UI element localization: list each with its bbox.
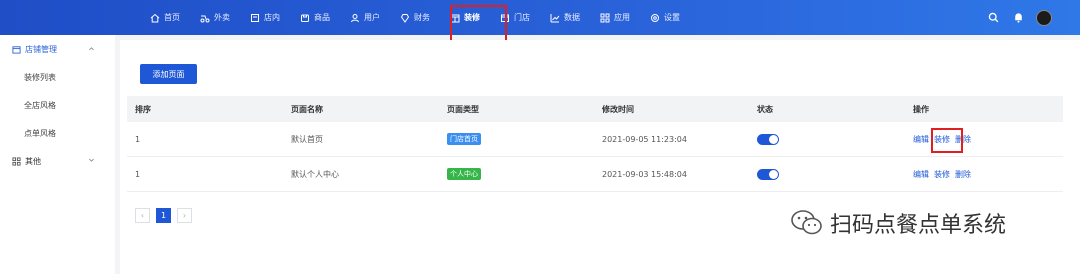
chevron-up-icon (89, 47, 94, 51)
nav-data-label: 数据 (564, 13, 580, 22)
row-page-name: 默认首页 (291, 134, 323, 144)
nav-user-label: 用户 (364, 13, 380, 22)
page-table: 排序 页面名称 页面类型 修改时间 状态 操作 1 默认首页 门店首页 2021… (127, 96, 1063, 192)
nav-goods-label: 商品 (314, 13, 330, 22)
wechat-icon (791, 210, 822, 235)
nav-home-label: 首页 (164, 13, 180, 22)
chevron-down-icon (89, 158, 94, 162)
add-page-button[interactable]: 添加页面 (140, 64, 197, 84)
nav-shop-label: 门店 (514, 13, 530, 22)
status-toggle[interactable] (757, 168, 779, 180)
table-header: 排序 页面名称 页面类型 修改时间 状态 操作 (127, 96, 1063, 122)
column-header: 操作 (913, 104, 929, 114)
sidebar-item-order-style[interactable]: 点单风格 (0, 119, 115, 147)
edit-link[interactable]: 编辑 (913, 135, 929, 144)
delivery-icon (200, 15, 210, 22)
status-toggle[interactable] (757, 133, 779, 145)
nav-delivery-label: 外卖 (214, 13, 230, 22)
table-row: 1 默认首页 门店首页 2021-09-05 11:23:04 编辑 装修 删除 (127, 122, 1063, 157)
main-nav: 首页 外卖 店内 商品 用户 财务 装修 门店 数据 应用 设置 (140, 0, 690, 35)
nav-home[interactable]: 首页 (140, 0, 190, 35)
row-sort: 1 (135, 169, 141, 179)
home-icon (150, 13, 160, 22)
nav-finance[interactable]: 财务 (390, 0, 440, 35)
row-modified-time: 2021-09-05 11:23:04 (602, 134, 687, 144)
nav-finance-label: 财务 (414, 13, 430, 22)
sidebar-group-label: 店铺管理 (25, 44, 57, 54)
apps-icon (600, 13, 610, 22)
nav-in-store-label: 店内 (264, 13, 280, 22)
watermark-text: 扫码点餐点单系统 (830, 213, 1007, 238)
nav-settings-label: 设置 (664, 13, 680, 22)
nav-user[interactable]: 用户 (340, 0, 390, 35)
sidebar-group-shop-management[interactable]: 店铺管理 (0, 35, 115, 63)
next-page-button[interactable]: › (177, 208, 192, 223)
store-icon (12, 45, 21, 54)
page-type-badge: 门店首页 (447, 133, 481, 145)
nav-apps[interactable]: 应用 (590, 0, 640, 35)
sidebar-item-store-style[interactable]: 全店风格 (0, 91, 115, 119)
finance-icon (400, 13, 410, 23)
nav-data[interactable]: 数据 (540, 0, 590, 35)
sidebar-item-label: 装修列表 (24, 72, 56, 82)
page-number-button[interactable]: 1 (156, 208, 171, 223)
column-header: 状态 (757, 104, 773, 114)
edit-link[interactable]: 编辑 (913, 170, 929, 179)
nav-goods[interactable]: 商品 (290, 0, 340, 35)
page-type-badge: 个人中心 (447, 168, 481, 180)
top-navbar: 首页 外卖 店内 商品 用户 财务 装修 门店 数据 应用 设置 (0, 0, 1080, 35)
bell-icon[interactable] (1012, 12, 1024, 24)
nav-highlight-box (450, 5, 507, 44)
sidebar-group-other[interactable]: 其他 (0, 147, 115, 175)
row-page-name: 默认个人中心 (291, 169, 339, 179)
row-modified-time: 2021-09-03 15:48:04 (602, 169, 687, 179)
user-icon (351, 13, 359, 22)
row-sort: 1 (135, 134, 141, 144)
chart-icon (550, 13, 560, 22)
nav-settings[interactable]: 设置 (640, 0, 690, 35)
nav-delivery[interactable]: 外卖 (190, 0, 240, 35)
goods-icon (301, 14, 309, 22)
sidebar: 店铺管理 装修列表 全店风格 点单风格 其他 (0, 35, 115, 274)
nav-in-store[interactable]: 店内 (240, 0, 290, 35)
delete-link[interactable]: 删除 (955, 170, 971, 179)
decorate-highlight-box (931, 128, 963, 153)
table-row: 1 默认个人中心 个人中心 2021-09-03 15:48:04 编辑 装修 删除 (127, 157, 1063, 192)
sidebar-item-decoration-list[interactable]: 装修列表 (0, 63, 115, 91)
search-icon[interactable] (987, 12, 999, 24)
column-header: 页面名称 (291, 104, 323, 114)
prev-page-button[interactable]: ‹ (135, 208, 150, 223)
store-inside-icon (251, 13, 259, 22)
column-header: 排序 (135, 104, 151, 114)
top-right-tools (974, 0, 1052, 35)
grid-icon (12, 156, 21, 166)
sidebar-item-label: 点单风格 (24, 128, 56, 138)
decorate-link[interactable]: 装修 (934, 170, 950, 179)
watermark: 扫码点餐点单系统 (790, 207, 1006, 239)
avatar[interactable] (1036, 9, 1052, 26)
column-header: 修改时间 (602, 104, 634, 114)
settings-icon (651, 13, 659, 22)
pagination: ‹ 1 › (135, 208, 198, 223)
sidebar-group-label: 其他 (25, 156, 41, 166)
nav-apps-label: 应用 (614, 13, 630, 22)
sidebar-item-label: 全店风格 (24, 100, 56, 110)
column-header: 页面类型 (447, 104, 479, 114)
